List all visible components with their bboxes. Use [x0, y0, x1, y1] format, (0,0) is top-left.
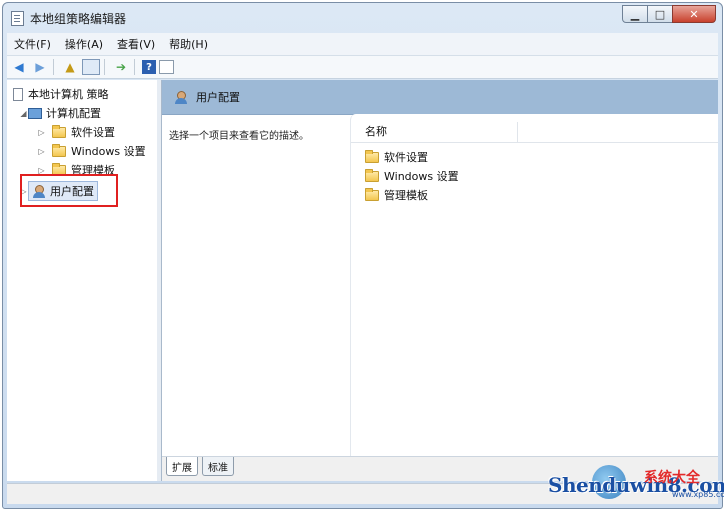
user-icon [174, 90, 188, 104]
back-arrow-icon[interactable]: ◀ [10, 59, 28, 75]
collapsed-arrow-icon[interactable]: ▷ [37, 128, 46, 137]
details-pane: 用户配置 选择一个项目来查看它的描述。 名称 软件设置 Windows 设置 管… [162, 80, 718, 481]
view-tabs: 扩展 标准 [162, 456, 718, 481]
list-item-label: 管理模板 [384, 189, 428, 202]
list-item[interactable]: 管理模板 [365, 187, 428, 203]
forward-arrow-icon[interactable]: ▶ [31, 59, 49, 75]
list-item[interactable]: 软件设置 [365, 149, 428, 165]
menu-view[interactable]: 查看(V) [110, 36, 162, 52]
toolbar-separator [104, 59, 105, 75]
menu-action[interactable]: 操作(A) [58, 36, 110, 52]
folder-icon [365, 187, 379, 201]
computer-icon [28, 107, 42, 119]
window-controls: ▁ □ ✕ [622, 5, 716, 23]
menu-file[interactable]: 文件(F) [7, 36, 58, 52]
view-pane-icon[interactable] [159, 60, 174, 74]
list-item[interactable]: Windows 设置 [365, 168, 459, 184]
tree-root-label: 本地计算机 策略 [28, 88, 109, 101]
policy-editor-icon [11, 11, 24, 26]
mmc-window: 本地组策略编辑器 ▁ □ ✕ 文件(F) 操作(A) 查看(V) 帮助(H) ◀… [2, 2, 723, 509]
folder-icon [365, 149, 379, 163]
tab-standard[interactable]: 标准 [202, 457, 234, 476]
column-header: 名称 [351, 122, 718, 143]
tree-computer-label: 计算机配置 [46, 107, 101, 120]
main-area: 本地计算机 策略 ◢ 计算机配置 ▷ 软件设置 ▷ Windows 设置 ▷ 管… [7, 80, 718, 481]
menu-help[interactable]: 帮助(H) [162, 36, 215, 52]
status-bar [7, 483, 718, 504]
window-title: 本地组策略编辑器 [30, 12, 127, 26]
toolbar: ◀ ▶ ▲ ➔ ? [7, 56, 718, 79]
tree-child-label: 软件设置 [71, 126, 115, 139]
policy-doc-icon [13, 87, 23, 101]
title-bar[interactable]: 本地组策略编辑器 ▁ □ ✕ [3, 3, 722, 31]
description-text: 选择一个项目来查看它的描述。 [169, 131, 309, 142]
help-icon[interactable]: ? [142, 60, 156, 74]
up-folder-icon[interactable]: ▲ [61, 59, 79, 75]
tree-item-root[interactable]: 本地计算机 策略 [13, 86, 109, 102]
tab-extended[interactable]: 扩展 [166, 457, 198, 476]
list-item-label: Windows 设置 [384, 170, 459, 183]
tree-child-label: Windows 设置 [71, 145, 146, 158]
menu-bar: 文件(F) 操作(A) 查看(V) 帮助(H) [7, 33, 718, 56]
tree-item-software-settings[interactable]: ▷ 软件设置 [37, 124, 115, 140]
toolbar-separator [134, 59, 135, 75]
column-name[interactable]: 名称 [351, 122, 518, 142]
folder-icon [365, 168, 379, 182]
item-list: 名称 软件设置 Windows 设置 管理模板 [350, 114, 718, 457]
toolbar-separator [53, 59, 54, 75]
export-list-icon[interactable]: ➔ [112, 59, 130, 75]
folder-icon [52, 143, 66, 157]
red-highlight-box [20, 174, 118, 207]
expanded-arrow-icon[interactable]: ◢ [19, 109, 28, 118]
collapsed-arrow-icon[interactable]: ▷ [37, 147, 46, 156]
console-tree: 本地计算机 策略 ◢ 计算机配置 ▷ 软件设置 ▷ Windows 设置 ▷ 管… [7, 80, 158, 481]
show-hide-tree-icon[interactable] [82, 59, 100, 75]
list-item-label: 软件设置 [384, 151, 428, 164]
tree-item-windows-settings[interactable]: ▷ Windows 设置 [37, 143, 146, 159]
details-header-title: 用户配置 [196, 91, 240, 104]
maximize-button[interactable]: □ [647, 5, 673, 23]
folder-icon [52, 124, 66, 138]
close-button[interactable]: ✕ [672, 5, 716, 23]
minimize-button[interactable]: ▁ [622, 5, 648, 23]
tree-item-computer-config[interactable]: ◢ 计算机配置 [19, 105, 101, 121]
details-header: 用户配置 [162, 80, 718, 115]
